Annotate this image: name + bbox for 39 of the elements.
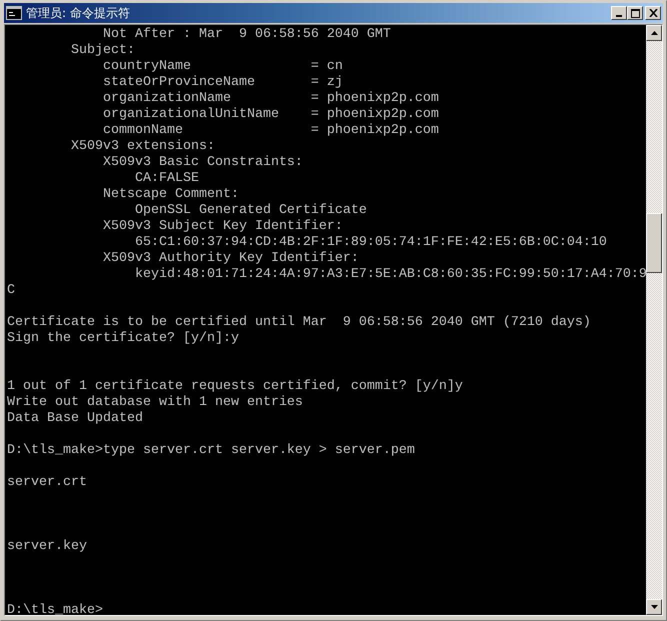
console-line: server.key bbox=[6, 539, 87, 555]
console-line: countryName = cn bbox=[102, 59, 343, 75]
console-line: D:\tls_make> bbox=[6, 603, 103, 615]
scroll-thumb[interactable] bbox=[646, 213, 662, 273]
console-line: stateOrProvinceName = zj bbox=[102, 75, 343, 91]
console-line: X509v3 Authority Key Identifier: bbox=[102, 251, 359, 267]
scrollbar[interactable] bbox=[646, 25, 662, 615]
close-button[interactable] bbox=[645, 6, 661, 20]
console-line: 1 out of 1 certificate requests certified, commit? [y/n]y bbox=[6, 379, 463, 395]
console-line: Sign the certificate? [y/n]:y bbox=[6, 331, 239, 347]
minimize-button[interactable] bbox=[611, 6, 627, 20]
console-line: Not After : Mar 9 06:58:56 2040 GMT bbox=[102, 27, 391, 43]
close-icon bbox=[648, 9, 658, 17]
maximize-button[interactable] bbox=[627, 6, 643, 20]
console-line: organizationName = phoenixp2p.com bbox=[102, 91, 439, 107]
console-line: Subject: bbox=[70, 43, 135, 59]
console-line: Netscape Comment: bbox=[102, 187, 239, 203]
scroll-down-button[interactable] bbox=[646, 599, 662, 615]
console-line: server.crt bbox=[6, 475, 87, 491]
console-line: D:\tls_make>type server.crt server.key > server.pem bbox=[6, 443, 415, 459]
scroll-up-button[interactable] bbox=[646, 25, 662, 41]
console-line: CA:FALSE bbox=[134, 171, 199, 187]
console-line: keyid:48:01:71:24:4A:97:A3:E7:5E:AB:C8:60:35:FC:99:50:17:A4:70:9 bbox=[134, 267, 646, 283]
console-line: X509v3 extensions: bbox=[70, 139, 215, 155]
console-line: X509v3 Subject Key Identifier: bbox=[102, 219, 343, 235]
console-icon bbox=[6, 6, 22, 20]
console-line: commonName = phoenixp2p.com bbox=[102, 123, 439, 139]
console-line: Write out database with 1 new entries bbox=[6, 395, 303, 411]
console-line: Data Base Updated bbox=[6, 411, 143, 427]
up-arrow-icon bbox=[650, 31, 658, 35]
down-arrow-icon bbox=[650, 605, 658, 609]
maximize-icon bbox=[630, 8, 640, 18]
console-line: OpenSSL Generated Certificate bbox=[134, 203, 367, 219]
console-line: 65:C1:60:37:94:CD:4B:2F:1F:89:05:74:1F:FE:42:E5:6B:0C:04:10 bbox=[134, 235, 607, 251]
console-line: X509v3 Basic Constraints: bbox=[102, 155, 303, 171]
console-line: C bbox=[6, 283, 15, 299]
console-line: Certificate is to be certified until Mar 9 06:58:56 2040 GMT (7210 days) bbox=[6, 315, 591, 331]
console-line: organizationalUnitName = phoenixp2p.com bbox=[102, 107, 439, 123]
window-title: 管理员: 命令提示符 bbox=[26, 4, 131, 22]
